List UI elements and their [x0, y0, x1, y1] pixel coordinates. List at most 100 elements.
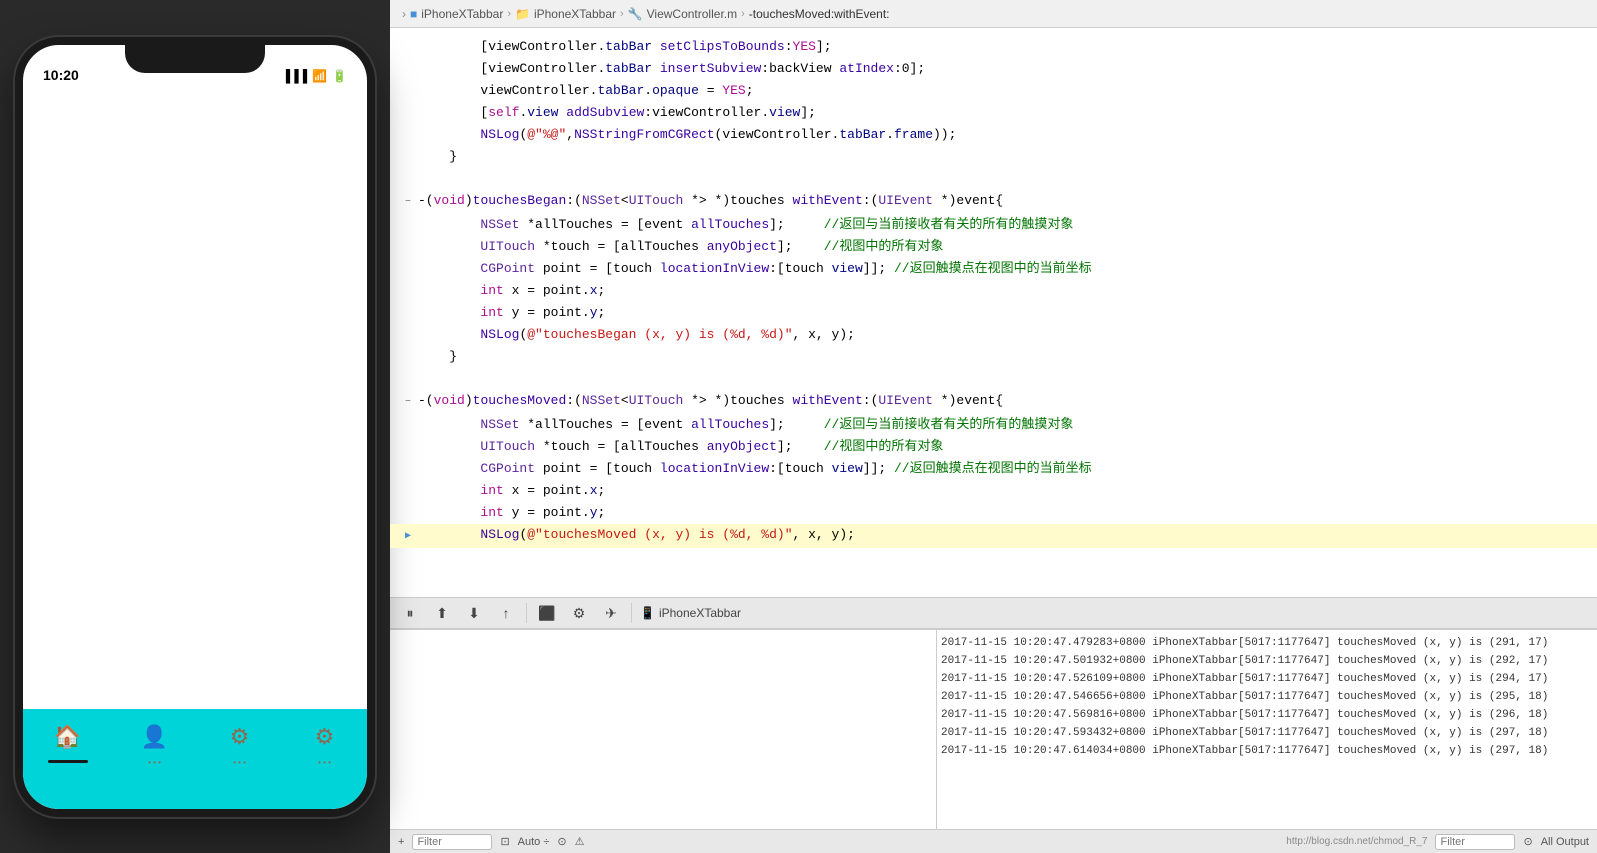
code-line-4: [self.view addSubview:viewController.vie… — [390, 102, 1597, 124]
toolbar-sep-1 — [526, 603, 527, 623]
line-content-21: int x = point.x; — [418, 480, 1589, 502]
line-content-3: viewController.tabBar.opaque = YES; — [418, 80, 1589, 102]
location-button[interactable]: ✈ — [599, 601, 623, 625]
status-right: http://blog.csdn.net/chmod_R_7 ⊙ All Out… — [1286, 834, 1589, 850]
line-content-9: NSSet *allTouches = [event allTouches]; … — [418, 214, 1589, 236]
code-line-10: UITouch *touch = [allTouches anyObject];… — [390, 236, 1597, 258]
wifi-icon: 📶 — [312, 69, 327, 83]
line-content-1: [viewController.tabBar setClipsToBounds:… — [418, 36, 1589, 58]
user-icon: 👤 — [137, 719, 173, 755]
add-button[interactable]: + — [398, 836, 404, 848]
settings-icon-1: ⚙ — [222, 719, 258, 755]
code-line-18: NSSet *allTouches = [event allTouches]; … — [390, 414, 1597, 436]
console-left-panel — [390, 630, 937, 829]
line-content-18: NSSet *allTouches = [event allTouches]; … — [418, 414, 1589, 436]
tab-dots-2: • • • — [233, 758, 246, 767]
output-view-icon[interactable]: ⊙ — [1523, 835, 1532, 848]
view-toggle-icon[interactable]: ⊡ — [500, 835, 509, 848]
code-line-14: NSLog(@"touchesBegan (x, y) is (%d, %d)"… — [390, 324, 1597, 346]
filter-area-left — [412, 834, 492, 850]
collapse-arrow-2[interactable]: − — [405, 392, 411, 414]
breadcrumb-arrow: › — [402, 7, 406, 21]
line-content-4: [self.view addSubview:viewController.vie… — [418, 102, 1589, 124]
code-line-22: int y = point.y; — [390, 502, 1597, 524]
filter-input-right[interactable] — [1435, 834, 1515, 850]
code-editor[interactable]: [viewController.tabBar setClipsToBounds:… — [390, 28, 1597, 597]
collapse-arrow-1[interactable]: − — [405, 192, 411, 214]
breadcrumb-sep-2: › — [620, 8, 624, 20]
tab-active-indicator — [48, 760, 88, 763]
tab-settings2[interactable]: ⚙ • • • — [307, 719, 343, 767]
line-content-5: NSLog(@"%@",NSStringFromCGRect(viewContr… — [418, 124, 1589, 146]
log-line: 2017-11-15 10:20:47.614034+0800 iPhoneXT… — [941, 742, 1593, 760]
line-gutter-8: − — [398, 192, 418, 214]
log-line: 2017-11-15 10:20:47.593432+0800 iPhoneXT… — [941, 724, 1593, 742]
execution-arrow: ▶ — [405, 526, 411, 548]
line-content-14: NSLog(@"touchesBegan (x, y) is (%d, %d)"… — [418, 324, 1589, 346]
code-line-12: int x = point.x; — [390, 280, 1597, 302]
tab-dots-3: • • • — [318, 758, 331, 767]
code-line-19: UITouch *touch = [allTouches anyObject];… — [390, 436, 1597, 458]
code-line-23: ▶ NSLog(@"touchesMoved (x, y) is (%d, %d… — [390, 524, 1597, 548]
settings-icon-2: ⚙ — [307, 719, 343, 755]
filter-input-left[interactable] — [412, 834, 492, 850]
line-gutter-17: − — [398, 392, 418, 414]
line-content-6: } — [418, 146, 1589, 168]
code-line-13: int y = point.y; — [390, 302, 1597, 324]
tab-dots: • • • — [148, 758, 161, 767]
all-output-label: All Output — [1541, 836, 1589, 848]
debug-toolbar: ⏸ ⬆ ⬇ ↑ ⬛ ⚙ ✈ 📱 iPhoneXTabbar — [390, 597, 1597, 629]
view-debug-button[interactable]: ⬛ — [535, 601, 559, 625]
step-over-button[interactable]: ⬆ — [430, 601, 454, 625]
breadcrumb-method: -touchesMoved:withEvent: — [749, 7, 890, 21]
phone-device: 10:20 ▐▐▐ 📶 🔋 🏠 👤 • • • ⚙ • • • ⚙ — [15, 37, 375, 817]
app-name-label: iPhoneXTabbar — [659, 606, 741, 620]
pause-button[interactable]: ⏸ — [398, 601, 422, 625]
toolbar-sep-2 — [631, 603, 632, 623]
warning-icon[interactable]: ⚠ — [575, 835, 585, 848]
tab-home[interactable]: 🏠 — [48, 719, 88, 763]
tab-user[interactable]: 👤 • • • — [137, 719, 173, 767]
line-content-17: -(void)touchesMoved:(NSSet<UITouch *> *)… — [418, 390, 1589, 412]
code-line-17: − -(void)touchesMoved:(NSSet<UITouch *> … — [390, 390, 1597, 414]
debug-workflow-button[interactable]: ⚙ — [567, 601, 591, 625]
code-line-21: int x = point.x; — [390, 480, 1597, 502]
line-content-7 — [418, 168, 1589, 190]
breadcrumb-project[interactable]: ■ iPhoneXTabbar — [410, 7, 503, 21]
code-line-9: NSSet *allTouches = [event allTouches]; … — [390, 214, 1597, 236]
phone-notch — [125, 45, 265, 73]
line-content-23: NSLog(@"touchesMoved (x, y) is (%d, %d)"… — [418, 524, 1589, 546]
line-content-10: UITouch *touch = [allTouches anyObject];… — [418, 236, 1589, 258]
code-line-1: [viewController.tabBar setClipsToBounds:… — [390, 36, 1597, 58]
line-content-20: CGPoint point = [touch locationInView:[t… — [418, 458, 1589, 480]
log-line: 2017-11-15 10:20:47.569816+0800 iPhoneXT… — [941, 706, 1593, 724]
line-content-13: int y = point.y; — [418, 302, 1589, 324]
breadcrumb: › ■ iPhoneXTabbar › 📁 iPhoneXTabbar › 🔧 … — [390, 0, 1597, 28]
console-bottom-bar: + ⊡ Auto ÷ ⊙ ⚠ http://blog.csdn.net/chmo… — [390, 829, 1597, 853]
code-line-7 — [390, 168, 1597, 190]
home-icon: 🏠 — [50, 719, 86, 755]
tab-settings1[interactable]: ⚙ • • • — [222, 719, 258, 767]
location-status-icon[interactable]: ⊙ — [557, 835, 566, 848]
breadcrumb-folder[interactable]: 📁 iPhoneXTabbar — [515, 7, 616, 21]
battery-icon: 🔋 — [332, 69, 347, 83]
filter-area-right — [1435, 834, 1515, 850]
status-icons: ▐▐▐ 📶 🔋 — [282, 69, 347, 83]
code-line-16 — [390, 368, 1597, 390]
phone-tabbar: 🏠 👤 • • • ⚙ • • • ⚙ • • • — [23, 709, 367, 809]
auto-dropdown[interactable]: Auto ÷ — [518, 836, 550, 848]
code-line-5: NSLog(@"%@",NSStringFromCGRect(viewContr… — [390, 124, 1597, 146]
step-in-button[interactable]: ⬇ — [462, 601, 486, 625]
step-out-button[interactable]: ↑ — [494, 601, 518, 625]
code-line-8: − -(void)touchesBegan:(NSSet<UITouch *> … — [390, 190, 1597, 214]
line-content-8: -(void)touchesBegan:(NSSet<UITouch *> *)… — [418, 190, 1589, 212]
status-left: + ⊡ Auto ÷ ⊙ ⚠ — [398, 834, 584, 850]
phone-screen-content — [23, 89, 367, 709]
signal-icon: ▐▐▐ — [282, 69, 308, 83]
code-line-2: [viewController.tabBar insertSubview:bac… — [390, 58, 1597, 80]
phone-simulator: 10:20 ▐▐▐ 📶 🔋 🏠 👤 • • • ⚙ • • • ⚙ — [0, 0, 390, 853]
breadcrumb-file[interactable]: 🔧 ViewController.m — [628, 7, 737, 21]
app-icon: 📱 — [640, 606, 655, 620]
line-content-2: [viewController.tabBar insertSubview:bac… — [418, 58, 1589, 80]
console-log-panel[interactable]: 2017-11-15 10:20:47.479283+0800 iPhoneXT… — [937, 630, 1597, 829]
